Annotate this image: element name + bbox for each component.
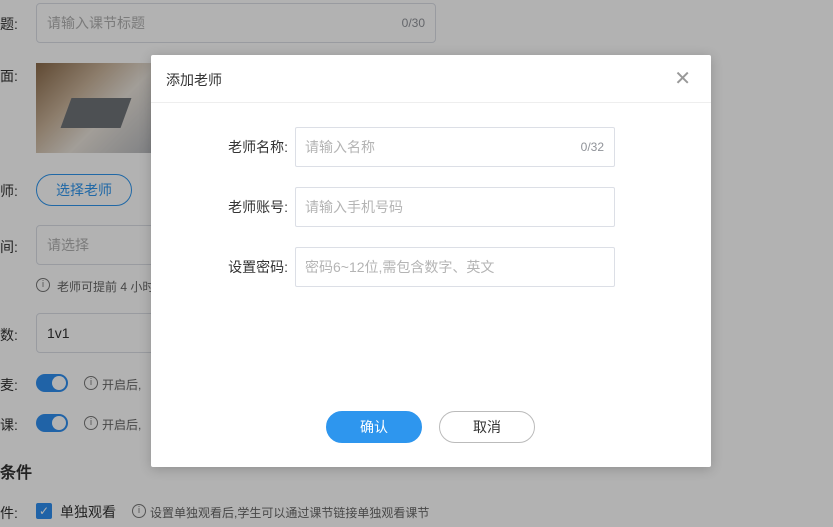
teacher-name-input[interactable]: 请输入名称 0/32 <box>295 127 615 167</box>
dialog-header: 添加老师 ✕ <box>151 55 711 103</box>
password-input[interactable]: 密码6~12位,需包含数字、英文 <box>295 247 615 287</box>
teacher-account-placeholder: 请输入手机号码 <box>305 199 403 215</box>
close-icon[interactable]: ✕ <box>674 67 691 89</box>
teacher-name-placeholder: 请输入名称 <box>305 139 375 155</box>
teacher-name-label: 老师名称: <box>228 139 288 155</box>
dialog-title: 添加老师 <box>166 72 222 88</box>
teacher-account-label: 老师账号: <box>228 199 288 215</box>
password-placeholder: 密码6~12位,需包含数字、英文 <box>305 259 495 275</box>
confirm-button[interactable]: 确认 <box>326 411 422 443</box>
cancel-button[interactable]: 取消 <box>439 411 535 443</box>
teacher-name-counter: 0/32 <box>580 140 604 154</box>
teacher-account-input[interactable]: 请输入手机号码 <box>295 187 615 227</box>
password-label: 设置密码: <box>228 259 288 275</box>
add-teacher-dialog: 添加老师 ✕ 老师名称: 请输入名称 0/32 老师账号: 请输入手机号码 设置… <box>151 55 711 467</box>
